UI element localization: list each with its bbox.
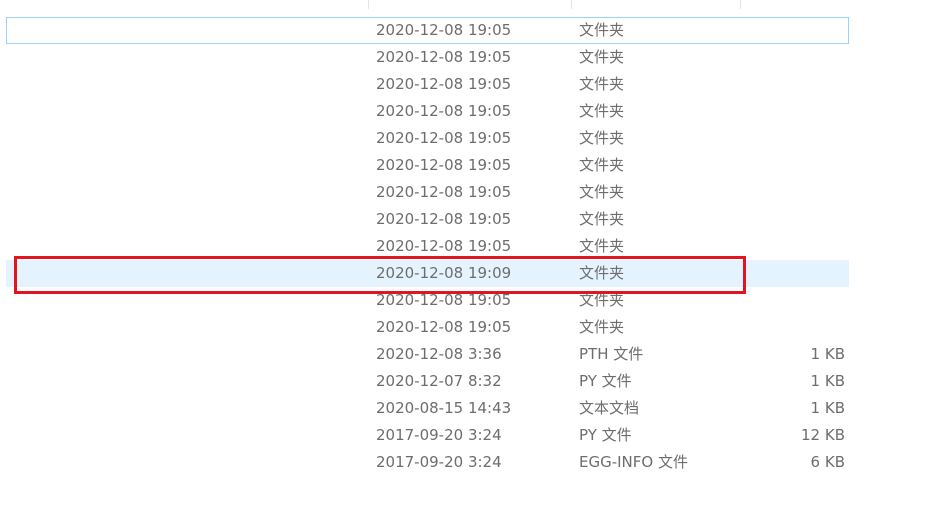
file-row[interactable]: certifi2020-12-08 19:05文件夹 <box>6 71 849 98</box>
file-row[interactable]: README.txt2020-08-15 14:43文本文档1 KB <box>6 395 849 422</box>
file-list: __pycache__2020-12-08 19:05文件夹_distutils… <box>6 17 849 476</box>
file-date: 2017-09-20 3:24 <box>376 426 502 444</box>
file-row[interactable]: __pycache__2020-12-08 19:05文件夹 <box>6 17 849 44</box>
file-type: 文件夹 <box>579 237 625 255</box>
column-separator[interactable] <box>740 0 741 9</box>
file-type: 文件夹 <box>579 183 625 201</box>
file-size: 1 KB <box>810 399 845 417</box>
file-date: 2020-12-08 19:05 <box>376 318 512 336</box>
file-row[interactable]: wheel2020-12-08 19:05文件夹 <box>6 287 849 314</box>
file-row[interactable]: pip-20.3.1-py3.6.egg-info2020-12-08 19:0… <box>6 152 849 179</box>
file-type: 文件夹 <box>579 291 625 309</box>
file-date: 2020-12-08 19:05 <box>376 291 512 309</box>
file-type: EGG-INFO 文件 <box>579 453 688 471</box>
file-date: 2020-12-08 19:05 <box>376 75 512 93</box>
file-row[interactable]: _distutils_hack2020-12-08 19:05文件夹 <box>6 44 849 71</box>
file-date: 2020-12-08 19:05 <box>376 210 512 228</box>
file-date: 2020-12-08 19:05 <box>376 156 512 174</box>
file-row[interactable]: setuptools2020-12-08 19:05文件夹 <box>6 206 849 233</box>
file-row[interactable]: snappy2020-12-08 19:09文件夹 <box>6 260 849 287</box>
file-size: 1 KB <box>810 372 845 390</box>
file-row[interactable]: PCeasy_install.py2020-12-07 8:32PY 文件1 K… <box>6 368 849 395</box>
file-type: 文件夹 <box>579 210 625 228</box>
file-row[interactable]: PCwincertstore.py2017-09-20 3:24PY 文件12 … <box>6 422 849 449</box>
file-type: 文件夹 <box>579 156 625 174</box>
file-date: 2020-12-08 19:05 <box>376 21 512 39</box>
column-separator[interactable] <box>571 0 572 9</box>
file-type: 文件夹 <box>579 102 625 120</box>
file-type: PY 文件 <box>579 372 632 390</box>
column-separator[interactable] <box>368 0 369 9</box>
file-type: 文件夹 <box>579 21 625 39</box>
file-type: PTH 文件 <box>579 345 644 363</box>
file-date: 2017-09-20 3:24 <box>376 453 502 471</box>
file-type: PY 文件 <box>579 426 632 444</box>
file-date: 2020-12-08 19:05 <box>376 48 512 66</box>
file-row[interactable]: setuptools-51.0.0.post20201207-py3.6.eg.… <box>6 233 849 260</box>
file-date: 2020-12-08 19:05 <box>376 129 512 147</box>
file-type: 文件夹 <box>579 318 625 336</box>
file-size: 1 KB <box>810 345 845 363</box>
file-row[interactable]: wheel-0.36.1-py3.6.egg-info2020-12-08 19… <box>6 314 849 341</box>
file-type: 文件夹 <box>579 75 625 93</box>
file-row[interactable]: distutils-precedence.pth2020-12-08 3:36P… <box>6 341 849 368</box>
file-date: 2020-12-08 3:36 <box>376 345 502 363</box>
file-date: 2020-12-08 19:05 <box>376 102 512 120</box>
file-row[interactable]: pip2020-12-08 19:05文件夹 <box>6 125 849 152</box>
file-size: 6 KB <box>810 453 845 471</box>
file-size: 12 KB <box>801 426 845 444</box>
file-date: 2020-08-15 14:43 <box>376 399 512 417</box>
file-date: 2020-12-08 19:05 <box>376 237 512 255</box>
file-row[interactable]: wincertstore-0.2-py3.6.egg-info2017-09-2… <box>6 449 849 476</box>
file-type: 文件夹 <box>579 264 625 282</box>
file-type: 文件夹 <box>579 129 625 147</box>
file-date: 2020-12-08 19:09 <box>376 264 512 282</box>
file-row[interactable]: pkg_resources2020-12-08 19:05文件夹 <box>6 179 849 206</box>
file-row[interactable]: certifi-2020.12.5-py3.6.egg-info2020-12-… <box>6 98 849 125</box>
file-type: 文件夹 <box>579 48 625 66</box>
file-date: 2020-12-08 19:05 <box>376 183 512 201</box>
file-date: 2020-12-07 8:32 <box>376 372 502 390</box>
file-type: 文本文档 <box>579 399 640 417</box>
file-explorer: __pycache__2020-12-08 19:05文件夹_distutils… <box>0 0 950 528</box>
